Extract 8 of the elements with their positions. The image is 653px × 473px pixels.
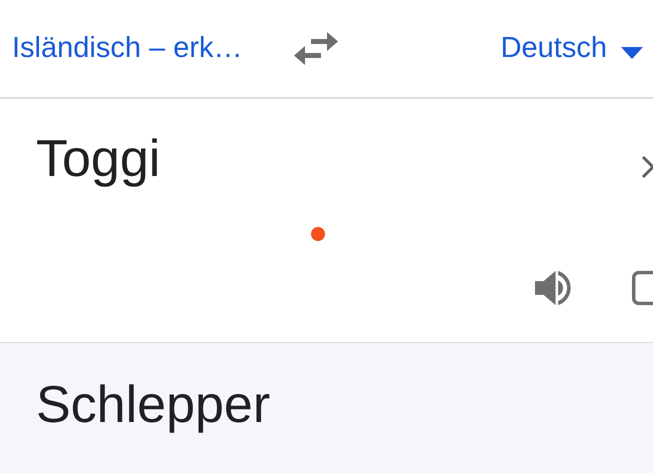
source-text[interactable]: Toggi	[36, 127, 160, 191]
copy-icon[interactable]	[632, 268, 653, 308]
source-language-selector[interactable]: Isländisch – erk…	[12, 32, 242, 65]
caret-icon	[621, 46, 643, 58]
swap-arrows-icon[interactable]	[292, 32, 338, 66]
target-language-selector[interactable]: Deutsch	[500, 32, 643, 65]
dot-icon	[311, 227, 325, 241]
translation-text: Schlepper	[36, 376, 270, 434]
